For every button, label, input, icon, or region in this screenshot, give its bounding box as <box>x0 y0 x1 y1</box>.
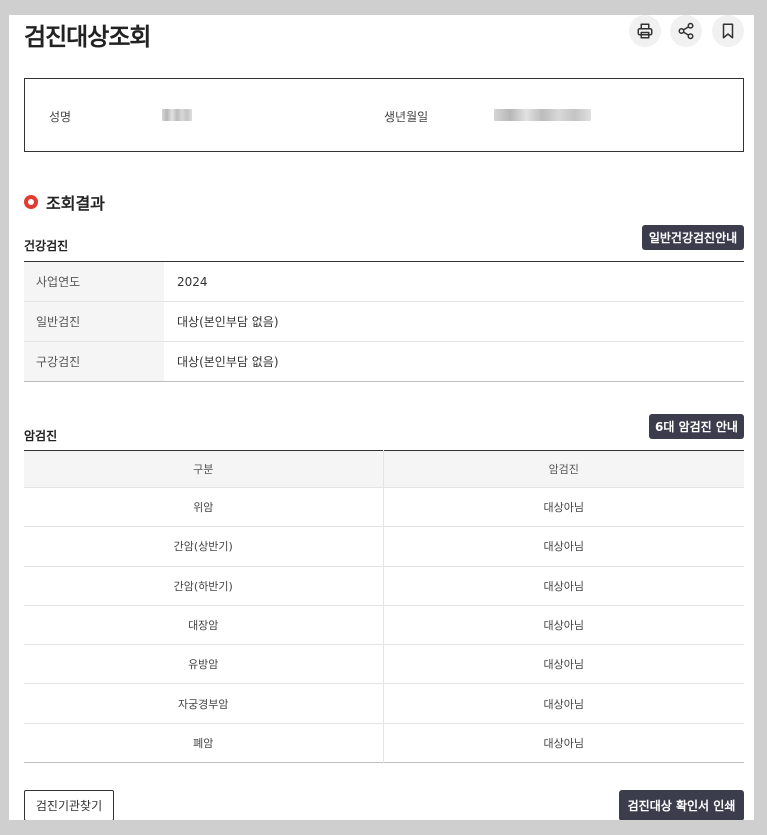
row-value: 2024 <box>164 261 744 302</box>
cancer-status: 대상아님 <box>383 487 744 528</box>
name-value-redacted <box>162 109 192 121</box>
print-icon <box>637 23 653 39</box>
cancer-status: 대상아님 <box>383 605 744 646</box>
row-value: 대상(본인부담 없음) <box>177 355 279 369</box>
cancer-type: 폐암 <box>24 723 384 763</box>
row-label: 일반검진 <box>24 301 164 342</box>
cancer-type: 간암(상반기) <box>24 526 384 567</box>
cancer-type: 간암(하반기) <box>24 566 384 606</box>
row-value: 대상(본인부담 없음) <box>164 301 744 342</box>
cancer-status: 대상아님 <box>383 566 744 606</box>
cancer-checkup-table: 구분 암검진 위암 대상아님 간암(상반기) 대상아님 간암(하반기) 대상아님 대장암 대상… <box>24 450 744 764</box>
name-label: 성명 <box>49 110 72 124</box>
results-heading: 조회결과 <box>24 190 105 214</box>
cancer-type: 유방암 <box>24 644 384 685</box>
table-row: 대장암 대상아님 <box>24 605 744 646</box>
birth-label: 생년월일 <box>384 110 429 124</box>
cancer-type: 위암 <box>24 487 384 528</box>
table-row: 사업연도 2024 <box>24 261 744 302</box>
health-checkup-table: 사업연도 2024 일반검진 대상(본인부담 없음) 구강검진 대상(본인부담 없음) <box>24 261 744 382</box>
column-header-type: 구분 <box>24 450 384 488</box>
cancer-status: 대상아님 <box>383 526 744 567</box>
location-pin-icon <box>24 195 38 209</box>
table-row: 간암(상반기) 대상아님 <box>24 526 744 567</box>
cancer-type: 대장암 <box>24 605 384 646</box>
bookmark-button[interactable] <box>712 15 744 47</box>
health-checkup-title: 건강검진 <box>24 239 69 253</box>
column-header-status: 암검진 <box>383 450 744 488</box>
page-title: 검진대상조회 <box>24 23 151 51</box>
birth-value-redacted <box>494 109 591 121</box>
table-row: 폐암 대상아님 <box>24 723 744 763</box>
share-button[interactable] <box>670 15 702 47</box>
table-row: 유방암 대상아님 <box>24 644 744 685</box>
cancer-status: 대상아님 <box>543 736 584 750</box>
table-row: 구강검진 대상(본인부담 없음) <box>24 341 744 382</box>
share-icon <box>678 22 694 40</box>
general-health-guide-button[interactable]: 일반건강검진안내 <box>642 225 744 250</box>
find-institution-button[interactable]: 검진기관찾기 <box>24 790 114 820</box>
person-info-box: 성명 생년월일 <box>24 78 744 152</box>
cancer-type: 자궁경부암 <box>24 683 384 724</box>
cancer-status: 대상아님 <box>383 644 744 685</box>
cancer-guide-button[interactable]: 6대 암검진 안내 <box>649 414 744 439</box>
page-container: 검진대상조회 성명 생년월일 조회결과 건강검진 일반건강검진안내 사업연도 20… <box>9 15 754 820</box>
table-row: 일반검진 대상(본인부담 없음) <box>24 301 744 342</box>
bookmark-icon <box>722 23 734 39</box>
print-button[interactable] <box>629 15 661 47</box>
results-title: 조회결과 <box>46 194 105 213</box>
cancer-checkup-title: 암검진 <box>24 429 58 443</box>
table-header-row: 구분 암검진 <box>24 450 744 488</box>
print-certificate-button[interactable]: 검진대상 확인서 인쇄 <box>619 790 744 820</box>
cancer-status: 대상아님 <box>383 683 744 724</box>
row-label: 구강검진 <box>24 341 164 382</box>
table-row: 간암(하반기) 대상아님 <box>24 566 744 606</box>
table-row: 위암 대상아님 <box>24 487 744 528</box>
row-label: 사업연도 <box>24 261 164 302</box>
table-row: 자궁경부암 대상아님 <box>24 683 744 724</box>
